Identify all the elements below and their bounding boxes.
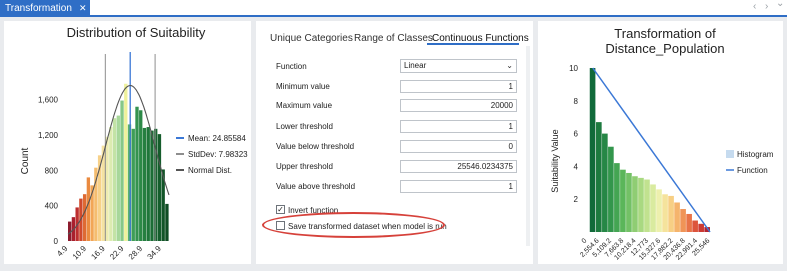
value-above-threshold-label: Value above threshold xyxy=(276,182,356,191)
histogram-bar xyxy=(638,177,644,232)
y-tick-label: 0 xyxy=(54,237,59,246)
chevron-down-icon[interactable]: ⌄ xyxy=(776,0,784,9)
x-tick-label: 10.9 xyxy=(71,244,89,262)
legend-label: Histogram xyxy=(737,150,774,159)
invert-function-checkbox[interactable]: ✓ xyxy=(276,205,285,214)
histogram-bar xyxy=(596,122,602,232)
histogram-bar xyxy=(620,169,626,232)
histogram-bar xyxy=(146,127,150,241)
histogram-bar xyxy=(662,194,668,232)
value-below-threshold-label: Value below threshold xyxy=(276,142,355,151)
histogram-bar xyxy=(632,176,638,232)
histogram-bar xyxy=(112,118,117,241)
histogram-bar xyxy=(165,203,169,241)
function-select[interactable]: Linear ⌄ xyxy=(400,59,517,73)
histogram-bar xyxy=(116,115,120,241)
histogram-bar xyxy=(608,146,614,232)
annotation-ellipse xyxy=(262,212,445,238)
close-icon[interactable]: ✕ xyxy=(79,0,87,17)
histogram-bar xyxy=(142,127,147,241)
y-tick-label: 1,200 xyxy=(38,131,59,140)
histogram-bar xyxy=(109,127,113,241)
tab-range-of-classes[interactable]: Range of Classes xyxy=(354,33,433,44)
histogram-bar xyxy=(626,172,632,232)
y-tick-label: 10 xyxy=(569,64,578,73)
legend-label: Mean: 24.85584 xyxy=(188,134,246,143)
y-axis-label: Count xyxy=(20,147,31,174)
distribution-chart: Distribution of Suitability Count 0 400 800 1… xyxy=(20,25,248,262)
legend-label: Function xyxy=(737,166,768,175)
y-tick-label: 8 xyxy=(574,97,579,106)
transformation-chart: Transformation ofDistance_Population Suit… xyxy=(550,26,774,262)
histogram-bar xyxy=(668,195,674,232)
histogram-bar xyxy=(614,163,620,232)
histogram-bar xyxy=(120,100,124,241)
histogram-bar xyxy=(157,134,162,241)
value-below-threshold-field[interactable]: 0 xyxy=(400,140,517,153)
histogram-bar xyxy=(680,209,686,232)
histogram-bar xyxy=(131,128,135,241)
tab-transformation-pane[interactable]: Transformation Pane ✕ xyxy=(0,0,90,31)
x-tick-label: 34.9 xyxy=(146,244,164,262)
upper-threshold-label: Upper threshold xyxy=(276,162,333,171)
histogram-bar xyxy=(124,83,128,241)
tab-unique-categories[interactable]: Unique Categories xyxy=(270,33,353,44)
active-tab-indicator xyxy=(427,43,519,45)
histogram-bar xyxy=(589,68,596,232)
histogram-bar xyxy=(602,133,608,232)
function-select-value: Linear xyxy=(404,61,427,70)
chevron-right-icon[interactable]: › xyxy=(765,1,768,12)
histogram-bar xyxy=(105,136,109,241)
chart-title: Distance_Population xyxy=(605,41,724,56)
y-tick-label: 800 xyxy=(45,166,59,175)
histogram-bar xyxy=(692,220,698,232)
x-tick-label: 16.9 xyxy=(89,244,107,262)
legend-label: StdDev: 7.98323 xyxy=(188,150,248,159)
y-tick-label: 4 xyxy=(574,162,579,171)
histogram-bar xyxy=(686,213,692,232)
histogram-bar xyxy=(650,184,656,232)
y-tick-label: 6 xyxy=(574,130,579,139)
y-tick-label: 2 xyxy=(574,195,579,204)
histogram-bar xyxy=(82,194,87,241)
legend-label: Normal Dist. xyxy=(188,166,232,175)
histogram-bar xyxy=(150,130,154,241)
lower-threshold-label: Lower threshold xyxy=(276,122,333,131)
x-tick-label: 28.9 xyxy=(127,244,145,262)
histogram-bar xyxy=(698,223,704,232)
minimum-value-label: Minimum value xyxy=(276,82,330,91)
maximum-value-label: Maximum value xyxy=(276,101,333,110)
histogram-bar xyxy=(135,106,139,241)
maximum-value-field[interactable]: 20000 xyxy=(400,99,517,112)
minimum-value-field[interactable]: 1 xyxy=(400,80,517,93)
vertical-scrollbar[interactable] xyxy=(526,46,530,246)
y-axis-label: Suitability Value xyxy=(550,129,560,192)
histogram-bar xyxy=(674,202,680,232)
function-label: Function xyxy=(276,62,307,71)
lower-threshold-field[interactable]: 1 xyxy=(400,120,517,133)
chevron-left-icon[interactable]: ‹ xyxy=(753,1,756,12)
y-tick-label: 1,600 xyxy=(38,96,59,105)
chart-title: Transformation of xyxy=(614,26,716,41)
chevron-down-icon: ⌄ xyxy=(506,61,513,70)
histogram-bar xyxy=(644,179,650,232)
histogram-bar xyxy=(139,110,143,242)
y-tick-label: 400 xyxy=(45,202,59,211)
upper-threshold-field[interactable]: 25546.0234375 xyxy=(400,160,517,173)
chart-title: Distribution of Suitability xyxy=(67,25,206,40)
value-above-threshold-field[interactable]: 1 xyxy=(400,180,517,193)
x-tick-label: 22.9 xyxy=(108,244,126,262)
legend-swatch xyxy=(726,150,734,158)
tab-bar: Transformation Pane ✕ ‹ › ⌄ xyxy=(0,0,787,31)
histogram-bar xyxy=(86,177,91,241)
histogram-bar xyxy=(656,189,662,232)
x-tick-label: 0 xyxy=(581,237,589,245)
